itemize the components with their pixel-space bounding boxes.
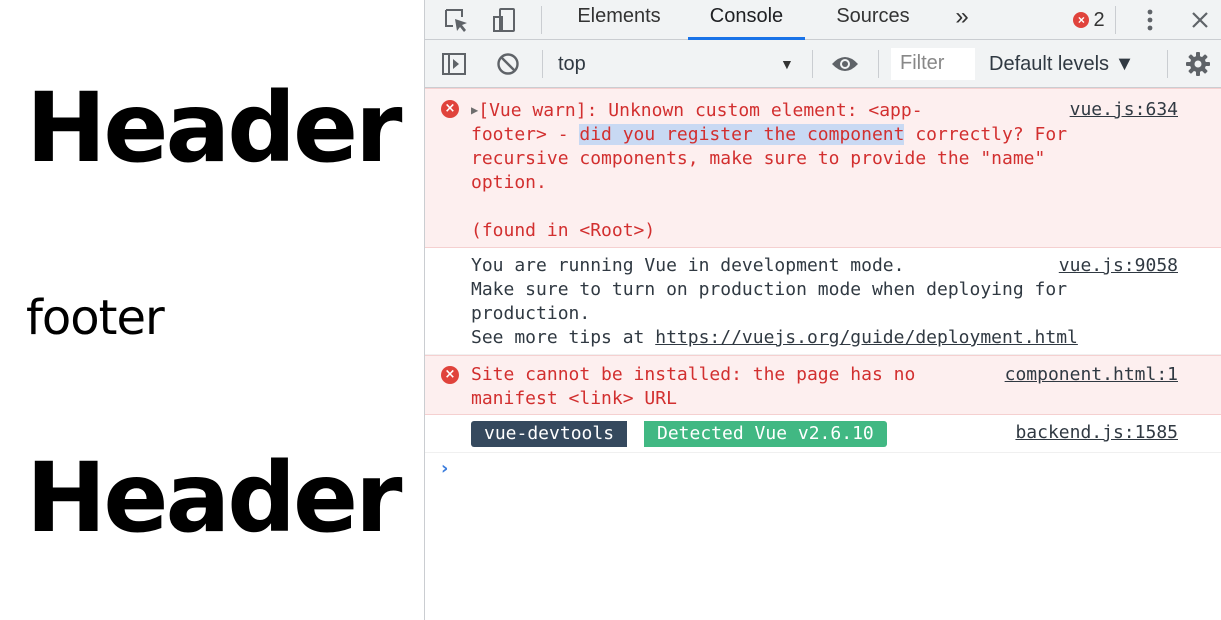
message-line: manifest <link> URL (471, 388, 677, 409)
toolbar-separator (542, 50, 543, 78)
console-prompt-icon[interactable]: › (441, 458, 448, 479)
error-icon: × (441, 366, 459, 384)
page-header-top: Header (26, 72, 402, 184)
live-expression-eye-icon[interactable] (827, 40, 863, 88)
error-counter[interactable]: × 2 (1068, 0, 1110, 40)
message-line: (found in <Root>) (471, 220, 656, 241)
toolbar-separator-3 (878, 50, 879, 78)
console-settings-gear-icon[interactable] (1183, 40, 1213, 88)
error-count: 2 (1093, 8, 1105, 31)
message-line: option. (471, 172, 547, 193)
message-line: correctly? For (904, 124, 1068, 145)
vue-version-badge: Detected Vue v2.6.10 (644, 421, 887, 447)
message-line: Make sure to turn on production mode whe… (471, 279, 1068, 300)
deployment-docs-link[interactable]: https://vuejs.org/guide/deployment.html (655, 327, 1078, 348)
page-viewport: Header footer Header (0, 0, 424, 620)
context-selector-value: top (558, 53, 586, 75)
console-message-info[interactable]: vue.js:9058 You are running Vue in devel… (425, 248, 1221, 355)
tabbar-separator-2 (1115, 6, 1116, 34)
page-footer-text: footer (26, 290, 165, 346)
message-line: Site cannot be installed: the page has n… (471, 364, 916, 385)
device-toolbar-icon[interactable] (487, 0, 521, 40)
clear-console-icon[interactable] (493, 40, 523, 88)
sidebar-toggle-icon[interactable] (439, 40, 469, 88)
console-filter[interactable] (891, 48, 980, 80)
log-levels-dropdown[interactable]: Default levels ▼ (989, 40, 1134, 88)
tab-sources[interactable]: Sources (823, 0, 923, 40)
context-selector[interactable]: top ▼ (558, 40, 798, 88)
tabbar-separator (541, 6, 542, 34)
close-devtools-icon[interactable] (1185, 0, 1215, 40)
console-message-devtools[interactable]: vue-devtools Detected Vue v2.6.10 backen… (425, 415, 1221, 453)
inspect-element-icon[interactable] (439, 0, 473, 40)
console-message-error[interactable]: × component.html:1 Site cannot be instal… (425, 355, 1221, 415)
message-line: production. (471, 303, 591, 324)
message-line: footer> - (471, 124, 580, 145)
tab-console[interactable]: Console (688, 0, 805, 40)
tab-elements[interactable]: Elements (564, 0, 674, 40)
more-tabs-button[interactable]: » (943, 0, 981, 40)
vue-devtools-badge: vue-devtools (471, 421, 628, 447)
console-toolbar: top ▼ Default levels ▼ (425, 40, 1221, 88)
kebab-menu-icon[interactable] (1137, 0, 1163, 40)
message-line: recursive components, make sure to provi… (471, 148, 1046, 169)
toolbar-separator-2 (812, 50, 813, 78)
message-text: You are running Vue in development mode.… (471, 254, 1171, 350)
message-line: See more tips at (471, 327, 656, 348)
console-message-error[interactable]: × vue.js:634 ▶[Vue warn]: Unknown custom… (425, 88, 1221, 248)
message-text: Site cannot be installed: the page has n… (471, 363, 1171, 411)
toolbar-separator-4 (1167, 50, 1168, 78)
console-messages: × vue.js:634 ▶[Vue warn]: Unknown custom… (425, 88, 1221, 620)
error-icon: × (441, 100, 459, 118)
devtools-tabbar: Elements Console Sources » × 2 (425, 0, 1221, 40)
error-count-icon: × (1073, 12, 1090, 28)
chevron-down-icon: ▼ (780, 56, 794, 72)
selected-text: did you register the component (579, 124, 905, 145)
filter-input[interactable] (891, 48, 980, 78)
message-line: [Vue warn]: Unknown custom element: <app… (478, 100, 923, 121)
message-text: ▶[Vue warn]: Unknown custom element: <ap… (471, 98, 1171, 243)
devtools-panel: Elements Console Sources » × 2 top ▼ Fil… (424, 0, 1221, 620)
message-line: You are running Vue in development mode. (471, 255, 905, 276)
message-source-link[interactable]: backend.js:1585 (1015, 421, 1178, 445)
page-header-bottom: Header (26, 442, 402, 554)
